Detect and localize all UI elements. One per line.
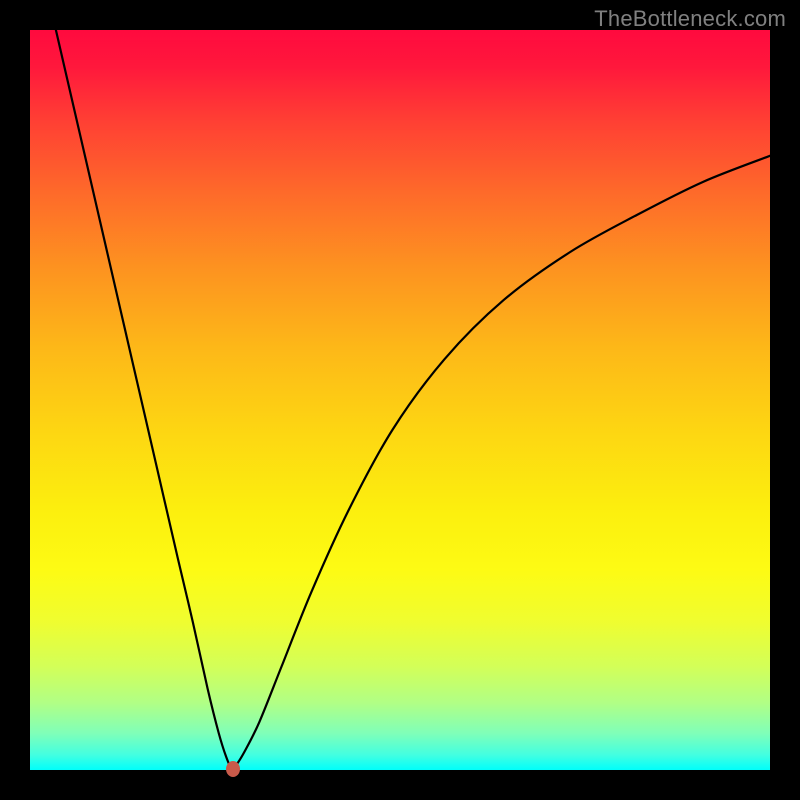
plot-area (30, 30, 770, 770)
optimal-point-marker (226, 761, 240, 777)
watermark-text: TheBottleneck.com (594, 6, 786, 32)
bottleneck-curve (30, 30, 770, 770)
chart-frame: TheBottleneck.com (0, 0, 800, 800)
